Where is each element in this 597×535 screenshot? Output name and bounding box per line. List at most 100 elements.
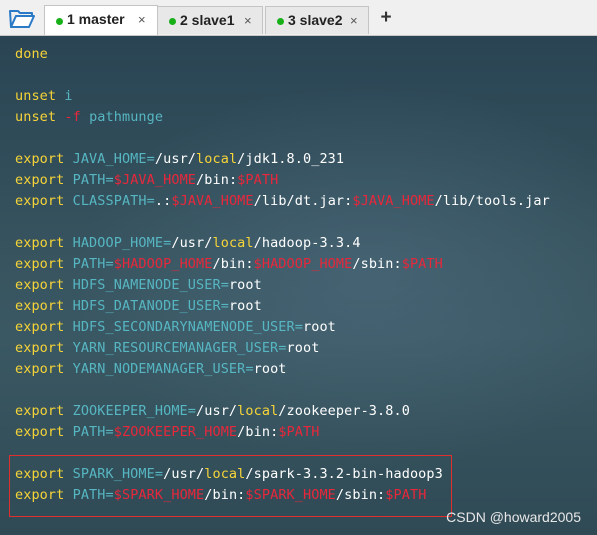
terminal-token: $PATH (237, 172, 279, 188)
terminal-line: export ZOOKEEPER_HOME=/usr/local/zookeep… (15, 401, 550, 422)
terminal-token: export (15, 298, 73, 314)
terminal-line: export JAVA_HOME=/usr/local/jdk1.8.0_231 (15, 149, 550, 170)
terminal-token: export (15, 256, 73, 272)
terminal-token: = (146, 151, 155, 167)
terminal-token: /bin: (237, 424, 279, 440)
tab-slave1[interactable]: 2 slave1 × (157, 6, 263, 34)
terminal-token: /usr/ (154, 151, 197, 167)
terminal-token: /lib/tools.jar (434, 193, 550, 209)
highlight-box (9, 455, 452, 517)
open-folder-icon[interactable] (8, 7, 36, 31)
terminal-token: /jdk1.8.0_231 (237, 151, 345, 167)
terminal-token: $JAVA_HOME (352, 193, 435, 209)
terminal-token: pathmunge (89, 109, 164, 125)
terminal-line: export PATH=$ZOOKEEPER_HOME/bin:$PATH (15, 422, 550, 443)
terminal-token: = (278, 340, 287, 356)
terminal-token: export (15, 193, 73, 209)
connected-status-icon (169, 18, 176, 25)
terminal-line: unset i (15, 86, 550, 107)
close-icon[interactable]: × (244, 7, 252, 34)
terminal-token: CLASSPATH (72, 193, 147, 209)
terminal-line: unset -f pathmunge (15, 107, 550, 128)
terminal-token: export (15, 235, 73, 251)
terminal-token: = (146, 193, 155, 209)
terminal-token: export (15, 403, 73, 419)
terminal-token: /sbin: (352, 256, 402, 272)
terminal-token: YARN_NODEMANAGER_USER (72, 361, 246, 377)
terminal-token: = (220, 298, 229, 314)
terminal-token: $ZOOKEEPER_HOME (113, 424, 238, 440)
terminal-token: export (15, 172, 73, 188)
terminal-token: /bin: (196, 172, 238, 188)
terminal-token: YARN_RESOURCEMANAGER_USER (72, 340, 279, 356)
terminal-token: = (220, 277, 229, 293)
tab-bar: 1 master × 2 slave1 × 3 slave2 × + (0, 0, 597, 36)
terminal-token: export (15, 319, 73, 335)
terminal-token: /hadoop-3.3.4 (253, 235, 361, 251)
terminal-token: ZOOKEEPER_HOME (72, 403, 188, 419)
terminal-token: /bin: (212, 256, 254, 272)
terminal-token: root (253, 361, 287, 377)
terminal-line: export PATH=$HADOOP_HOME/bin:$HADOOP_HOM… (15, 254, 550, 275)
terminal-pane[interactable]: done unset i unset -f pathmunge export JA… (0, 36, 597, 535)
terminal-token: /usr/ (196, 403, 238, 419)
terminal-token: PATH (72, 256, 106, 272)
terminal-token: export (15, 340, 73, 356)
new-tab-button[interactable]: + (376, 5, 396, 31)
terminal-token: = (245, 361, 254, 377)
terminal-token: HDFS_SECONDARYNAMENODE_USER (72, 319, 295, 335)
terminal-token: = (187, 403, 197, 419)
terminal-token: unset (15, 109, 65, 125)
terminal-token: root (302, 319, 336, 335)
terminal-line: export CLASSPATH=.:$JAVA_HOME/lib/dt.jar… (15, 191, 550, 212)
terminal-token: = (105, 256, 114, 272)
terminal-token: JAVA_HOME (72, 151, 147, 167)
tab-master[interactable]: 1 master × (44, 5, 158, 35)
tab-label: 1 master (67, 11, 125, 27)
terminal-token: root (228, 298, 262, 314)
terminal-token: local (212, 235, 254, 251)
terminal-line: export YARN_RESOURCEMANAGER_USER=root (15, 338, 550, 359)
terminal-token: /usr/ (171, 235, 213, 251)
terminal-token: local (196, 151, 238, 167)
tab-label: 2 slave1 (180, 12, 235, 28)
terminal-token: export (15, 361, 73, 377)
terminal-token: HDFS_DATANODE_USER (72, 298, 221, 314)
terminal-token: = (294, 319, 303, 335)
terminal-token: HDFS_NAMENODE_USER (72, 277, 221, 293)
terminal-token: local (237, 403, 279, 419)
terminal-line: export HDFS_NAMENODE_USER=root (15, 275, 550, 296)
terminal-token: $JAVA_HOME (171, 193, 254, 209)
terminal-token: $HADOOP_HOME (113, 256, 213, 272)
close-icon[interactable]: × (138, 6, 146, 33)
terminal-output: done unset i unset -f pathmunge export JA… (15, 44, 550, 506)
terminal-token: root (286, 340, 320, 356)
watermark: CSDN @howard2005 (446, 509, 581, 525)
tab-label: 3 slave2 (288, 12, 343, 28)
close-icon[interactable]: × (350, 7, 358, 34)
terminal-token: HADOOP_HOME (72, 235, 164, 251)
terminal-token: unset (15, 88, 65, 104)
tab-slave2[interactable]: 3 slave2 × (265, 6, 369, 34)
terminal-token: $PATH (401, 256, 443, 272)
terminal-line: export HDFS_SECONDARYNAMENODE_USER=root (15, 317, 550, 338)
terminal-token: -f (64, 109, 90, 125)
terminal-token: export (15, 424, 73, 440)
terminal-token: /lib/dt.jar: (253, 193, 353, 209)
connected-status-icon (277, 18, 284, 25)
terminal-token: $PATH (278, 424, 320, 440)
connected-status-icon (56, 18, 63, 25)
terminal-token: export (15, 277, 73, 293)
terminal-line: export HDFS_DATANODE_USER=root (15, 296, 550, 317)
terminal-token: $JAVA_HOME (113, 172, 197, 188)
terminal-token: done (15, 46, 48, 62)
terminal-line: done (15, 44, 550, 65)
terminal-line: export PATH=$JAVA_HOME/bin:$PATH (15, 170, 550, 191)
terminal-token: root (228, 277, 262, 293)
terminal-token: = (105, 172, 114, 188)
terminal-token: PATH (72, 172, 106, 188)
